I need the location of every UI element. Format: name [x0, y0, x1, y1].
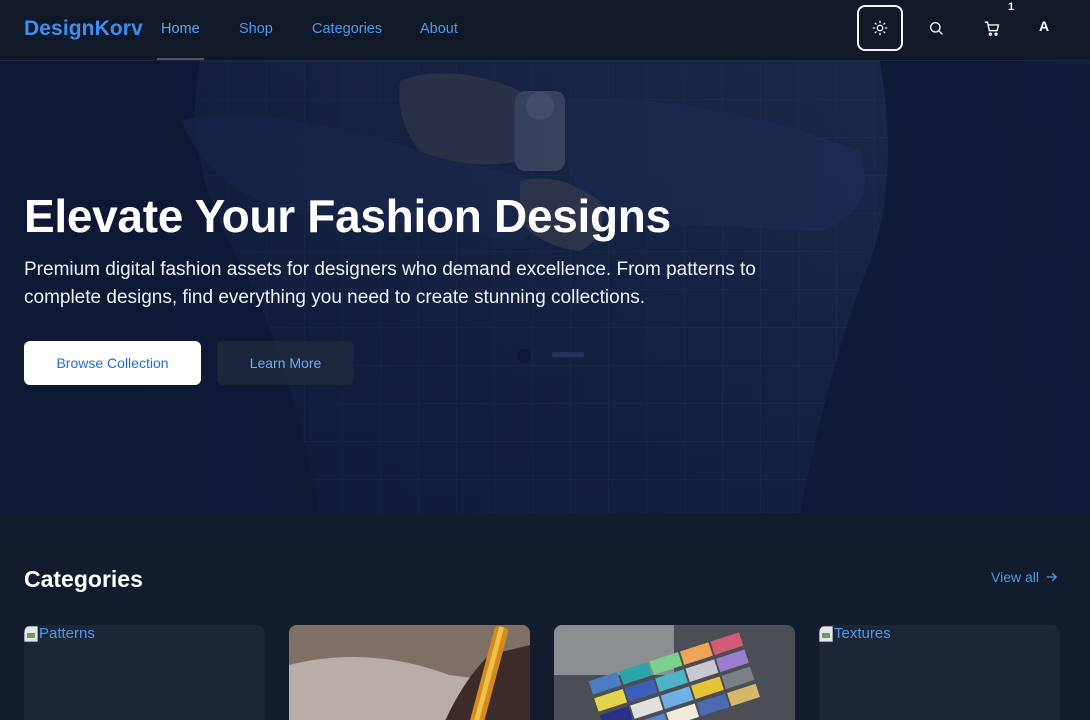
hero-subtitle: Premium digital fashion assets for desig…	[24, 259, 756, 308]
category-card-swatches[interactable]	[554, 625, 795, 720]
user-avatar[interactable]: A	[1030, 18, 1058, 40]
category-card-patterns[interactable]: Patterns	[24, 625, 265, 720]
nav-link-about[interactable]: About	[420, 21, 458, 37]
search-icon	[930, 22, 943, 35]
category-alt-text: Textures	[834, 625, 891, 642]
view-all-label: View all	[991, 569, 1039, 585]
search-button[interactable]	[913, 5, 959, 51]
active-nav-indicator	[157, 58, 204, 60]
brand-logo[interactable]: DesignKorv	[24, 17, 143, 41]
category-card-textures[interactable]: Textures	[819, 625, 1060, 720]
categories-section: Categories View all Patterns Textures	[0, 513, 1090, 720]
learn-more-button[interactable]: Learn More	[217, 341, 354, 385]
category-alt-text: Patterns	[39, 625, 95, 642]
arrow-right-icon	[1046, 572, 1057, 582]
hero-title: Elevate Your Fashion Designs	[24, 190, 671, 242]
nav-link-categories[interactable]: Categories	[312, 21, 382, 37]
cart-count-badge: 1	[1008, 1, 1015, 13]
swatches-category-image	[554, 625, 795, 720]
broken-image-icon	[819, 626, 833, 642]
broken-image-alt: Patterns	[24, 625, 95, 642]
browse-collection-button[interactable]: Browse Collection	[24, 341, 201, 385]
view-all-link[interactable]: View all	[991, 569, 1059, 585]
category-card-sketch[interactable]	[289, 625, 530, 720]
top-navbar: DesignKorv Home Shop Categories About 1	[0, 0, 1090, 61]
broken-image-icon	[24, 626, 38, 642]
nav-link-shop[interactable]: Shop	[239, 21, 273, 37]
shopping-cart-icon	[984, 20, 999, 36]
sun-icon	[872, 20, 888, 36]
nav-link-home[interactable]: Home	[161, 21, 200, 37]
hero-section: Elevate Your Fashion Designs Premium dig…	[0, 61, 1090, 513]
categories-heading: Categories	[24, 566, 143, 592]
sketch-category-image	[289, 625, 530, 720]
broken-image-alt: Textures	[819, 625, 891, 642]
theme-toggle-button[interactable]	[857, 5, 903, 51]
